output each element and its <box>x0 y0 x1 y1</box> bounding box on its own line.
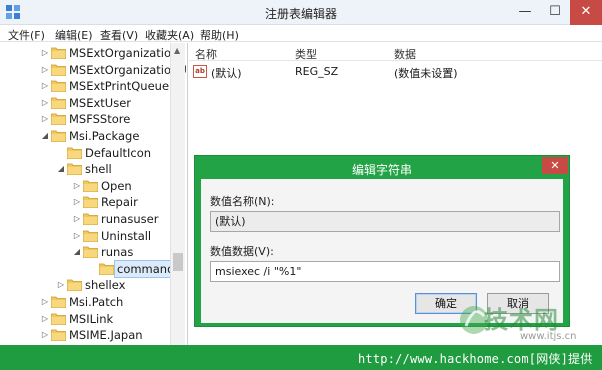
source-url: http://www.hackhome.com[网侠]提供 <box>358 352 593 366</box>
value-name-label: 数值名称(N): <box>210 195 275 208</box>
tree-item-label: MSExtPrintQueue <box>69 79 170 94</box>
tree-scrollbar[interactable]: ▲ <box>170 43 185 345</box>
folder-icon <box>82 245 99 259</box>
tree-item-label: DefaultIcon <box>85 145 152 160</box>
tree-item-label: MSIME.Japan <box>69 328 143 343</box>
expand-arrow-icon[interactable]: ▷ <box>40 294 50 310</box>
tree-item-label: runas <box>101 245 134 260</box>
menu-view[interactable]: 查看(V) <box>100 27 138 43</box>
tree-item-label: runasuser <box>101 212 159 226</box>
value-name-field: (默认) <box>210 211 560 232</box>
tree-item-label: MSExtUser <box>69 95 132 110</box>
folder-icon <box>82 212 99 226</box>
expand-arrow-icon[interactable]: ▷ <box>40 62 50 78</box>
tree-item-label: Msi.Package <box>69 129 140 143</box>
folder-icon <box>50 63 67 76</box>
menu-file[interactable]: 文件(F) <box>8 27 45 43</box>
tree-item-label: command <box>113 259 178 278</box>
maximize-button[interactable]: ☐ <box>540 0 570 25</box>
expand-arrow-icon[interactable]: ▷ <box>72 178 82 194</box>
folder-icon <box>98 262 115 276</box>
folder-icon <box>82 195 99 209</box>
value-data-label: 数值数据(V): <box>210 245 274 258</box>
tree-item-label: Open <box>101 178 132 193</box>
tree-item-label: MSExtOrganization <box>69 46 179 60</box>
folder-icon <box>66 146 83 159</box>
column-header-name[interactable]: 名称 <box>195 46 217 62</box>
folder-icon <box>50 112 67 126</box>
folder-icon <box>82 179 99 193</box>
watermark-url: www.itjs.cn <box>520 331 577 342</box>
folder-icon <box>50 96 67 110</box>
dialog-close-button[interactable]: ✕ <box>542 157 568 174</box>
expand-arrow-icon[interactable]: ▷ <box>72 211 82 227</box>
tree-item-label: shellex <box>85 278 126 293</box>
expand-arrow-icon[interactable]: ▷ <box>72 194 82 210</box>
expand-arrow-icon[interactable]: ▷ <box>40 78 50 94</box>
expand-arrow-icon[interactable]: ▷ <box>40 327 50 343</box>
folder-icon <box>82 229 99 242</box>
tree-item-label: Msi.Patch <box>69 295 124 309</box>
registry-tree[interactable]: ▷ MSExtOrganization ▷ MSExtOrganizationU ▷ MS… <box>0 43 188 345</box>
value-name: (默认) <box>211 67 242 80</box>
expand-arrow-icon[interactable]: ▷ <box>72 228 82 244</box>
column-header-data[interactable]: 数据 <box>394 46 416 62</box>
column-header-type[interactable]: 类型 <box>295 46 317 62</box>
expand-arrow-icon[interactable]: ▷ <box>56 277 66 293</box>
menu-favorites[interactable]: 收藏夹(A) <box>145 27 194 43</box>
collapse-arrow-icon[interactable]: ◢ <box>72 244 82 260</box>
folder-icon <box>50 79 67 93</box>
value-type: REG_SZ <box>295 65 339 78</box>
expand-arrow-icon[interactable]: ▷ <box>40 45 50 61</box>
folder-icon <box>66 162 83 176</box>
value-data: (数值未设置) <box>394 67 458 80</box>
collapse-arrow-icon[interactable]: ◢ <box>40 128 50 144</box>
title-bar: 注册表编辑器 — ☐ ✕ <box>0 0 602 25</box>
folder-icon <box>50 328 67 342</box>
tree-item-label: Uninstall <box>101 228 152 243</box>
close-button[interactable]: ✕ <box>570 0 602 25</box>
folder-icon <box>66 278 83 292</box>
watermark-brand: 技术网 <box>484 306 559 334</box>
value-data-input[interactable]: msiexec /i "%1" <box>210 261 560 282</box>
tree-item-label: Repair <box>101 195 138 210</box>
menu-bar: 文件(F) 编辑(E) 查看(V) 收藏夹(A) 帮助(H) <box>0 25 602 42</box>
tree-item-label: shell <box>85 162 112 177</box>
scroll-up-icon[interactable]: ▲ <box>174 46 180 55</box>
tree-item-label: MSFSStore <box>69 112 131 127</box>
expand-arrow-icon[interactable]: ▷ <box>40 111 50 127</box>
folder-icon <box>50 295 67 309</box>
folder-icon <box>50 129 67 143</box>
source-banner: http://www.hackhome.com[网侠]提供 <box>0 345 602 370</box>
minimize-button[interactable]: — <box>510 0 540 25</box>
tree-item-label: MSILink <box>69 311 114 326</box>
collapse-arrow-icon[interactable]: ◢ <box>56 161 66 177</box>
string-value-icon: ab <box>193 65 207 78</box>
value-row[interactable]: ab (默认) REG_SZ (数值未设置) <box>189 63 602 80</box>
dialog-title: 编辑字符串 <box>351 163 412 177</box>
folder-icon <box>50 46 67 60</box>
menu-edit[interactable]: 编辑(E) <box>55 27 93 43</box>
expand-arrow-icon[interactable]: ▷ <box>40 95 50 111</box>
menu-help[interactable]: 帮助(H) <box>200 27 239 43</box>
scrollbar-thumb[interactable] <box>173 253 183 271</box>
expand-arrow-icon[interactable]: ▷ <box>40 311 50 327</box>
folder-icon <box>50 312 67 325</box>
value-list-header: 名称 类型 数据 <box>189 43 602 61</box>
